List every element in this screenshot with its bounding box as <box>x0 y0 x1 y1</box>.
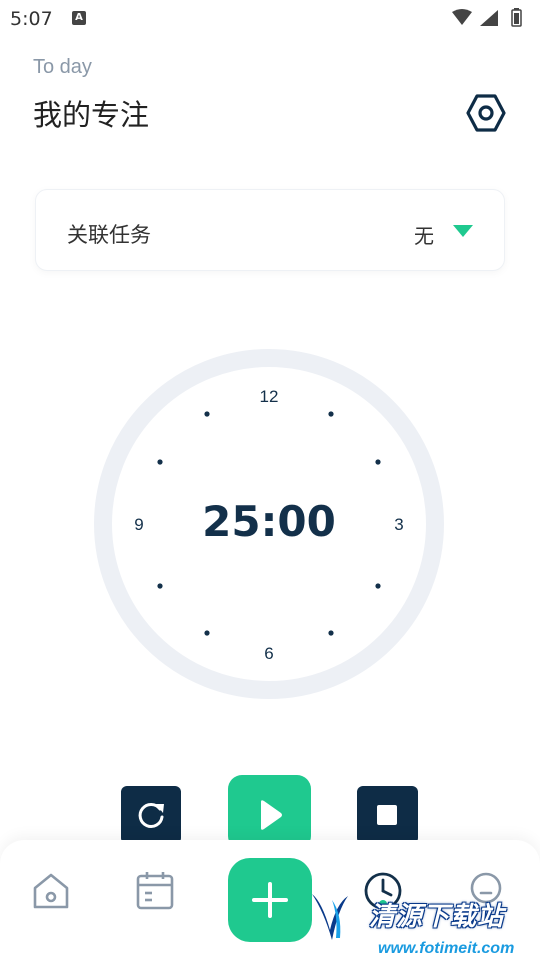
wifi-icon <box>452 9 472 25</box>
nav-home[interactable] <box>30 870 72 910</box>
play-button[interactable] <box>228 775 311 850</box>
settings-button[interactable] <box>466 93 506 133</box>
task-selector-card[interactable]: 关联任务 无 <box>35 189 505 271</box>
status-bar: 5:07 A <box>0 0 540 36</box>
status-icons <box>450 8 530 32</box>
play-icon <box>261 800 282 830</box>
timer-display: 25:00 <box>202 497 336 546</box>
watermark-brand: 清源下载站 <box>369 902 505 932</box>
dropdown-triangle-icon <box>453 225 473 237</box>
task-value: 无 <box>414 224 434 248</box>
settings-hex-icon <box>466 94 506 132</box>
nav-calendar[interactable] <box>134 870 176 910</box>
status-time: 5:07 <box>10 8 53 30</box>
calendar-icon <box>136 872 174 910</box>
nav-add-button[interactable] <box>228 858 312 942</box>
stop-button[interactable] <box>357 786 418 844</box>
reset-icon <box>138 802 164 828</box>
dial-number-6: 6 <box>264 644 273 663</box>
watermark-logo-icon <box>312 894 348 940</box>
battery-icon <box>511 8 522 27</box>
page-subtitle: To day <box>33 56 92 78</box>
plus-icon <box>252 882 288 918</box>
page-title: 我的专注 <box>33 98 150 132</box>
watermark-url: www.fotimeit.com <box>378 940 515 957</box>
notification-icon: A <box>72 11 86 25</box>
task-label: 关联任务 <box>67 223 151 247</box>
stop-icon <box>377 805 397 825</box>
reset-button[interactable] <box>121 786 181 844</box>
home-icon <box>33 873 69 909</box>
signal-icon <box>480 10 498 26</box>
dial-number-12: 12 <box>260 387 279 406</box>
